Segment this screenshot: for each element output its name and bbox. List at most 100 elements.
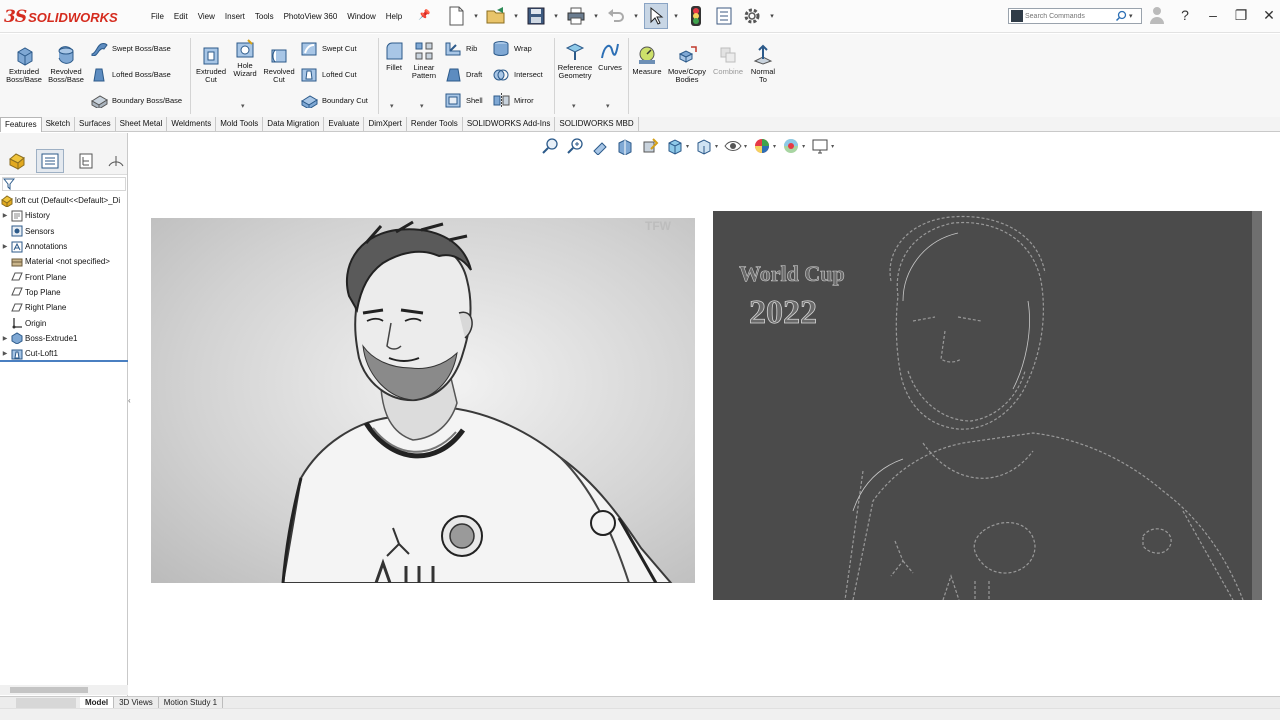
lofted-cut-button[interactable]: Lofted Cut [300,66,357,82]
open-button[interactable] [484,3,508,29]
menu-help[interactable]: Help [381,10,407,23]
tree-root-part[interactable]: loft cut (Default<<Default>_Di [0,193,127,208]
pin-menu-icon[interactable]: 📌 [418,10,430,21]
expand-arrow-icon[interactable]: ▶ [0,335,10,342]
shell-button[interactable]: Shell [444,92,483,108]
select-button[interactable] [644,3,668,29]
mirror-button[interactable]: Mirror [492,92,534,108]
zoom-to-fit-button[interactable] [540,136,560,156]
expand-arrow-icon[interactable]: ▶ [0,243,10,250]
options-dropdown-arrow-icon[interactable]: ▾ [768,12,776,20]
combine-button[interactable]: Combine [710,44,746,76]
menu-photoview[interactable]: PhotoView 360 [279,10,343,23]
scrollbar-thumb[interactable] [10,687,88,693]
solidworks-logo[interactable]: 3S SOLIDWORKS [4,7,118,27]
draft-button[interactable]: Draft [444,66,482,82]
display-style-dropdown-icon[interactable]: ▾ [715,143,718,150]
revolved-boss-button[interactable]: Revolved Boss/Base [46,44,86,84]
boundary-boss-button[interactable]: Boundary Boss/Base [90,92,182,108]
user-account-icon[interactable] [1148,4,1166,26]
menu-file[interactable]: File [146,10,169,23]
tree-item-boss-extrude1[interactable]: ▶ Boss-Extrude1 [0,331,127,346]
menu-window[interactable]: Window [342,10,380,23]
tab-configuration-manager[interactable] [72,149,100,173]
hole-wizard-dropdown-icon[interactable]: ▾ [241,102,245,110]
menu-tools[interactable]: Tools [250,10,279,23]
search-commands-box[interactable]: ▾ [1008,8,1142,24]
tree-item-cut-loft1[interactable]: ▶ Cut-Loft1 [0,346,127,361]
search-scope-icon[interactable] [1011,10,1023,22]
tab-data-migration[interactable]: Data Migration [263,117,325,132]
restore-icon[interactable]: ❐ [1232,4,1250,26]
print-button[interactable] [564,3,588,29]
tab-model[interactable]: Model [80,697,115,708]
edit-appearance-button[interactable] [752,136,772,156]
tab-surfaces[interactable]: Surfaces [75,117,116,132]
tree-item-sensors[interactable]: Sensors [0,224,127,239]
previous-view-button[interactable] [590,136,610,156]
minimize-icon[interactable]: – [1204,4,1222,26]
hide-show-items-button[interactable] [723,136,743,156]
tab-sketch[interactable]: Sketch [42,117,76,132]
tab-dimxpert[interactable]: DimXpert [364,117,407,132]
tab-feature-tree[interactable] [4,149,32,173]
featuremanager-scrollbar[interactable] [0,685,128,695]
view-orientation-button[interactable] [665,136,685,156]
rollback-bar[interactable] [0,360,128,362]
tab-mbd[interactable]: SOLIDWORKS MBD [555,117,639,132]
display-style-button[interactable] [694,136,714,156]
dynamic-annotation-button[interactable] [640,136,660,156]
tab-property-manager[interactable] [36,149,64,173]
rib-button[interactable]: Rib [444,40,477,56]
new-document-button[interactable] [444,3,468,29]
appearance-dropdown-icon[interactable]: ▾ [773,143,776,150]
rebuild-button[interactable] [684,3,708,29]
section-view-button[interactable] [615,136,635,156]
print-dropdown-arrow-icon[interactable]: ▾ [592,12,600,20]
measure-button[interactable]: Measure [630,44,664,76]
curves-button[interactable]: Curves [596,40,624,72]
tree-item-history[interactable]: ▶ History [0,208,127,223]
move-copy-bodies-button[interactable]: Move/Copy Bodies [666,44,708,84]
search-dropdown-arrow-icon[interactable]: ▾ [1129,12,1133,20]
tree-filter-box[interactable] [2,177,126,191]
curves-dropdown-icon[interactable]: ▾ [606,102,610,110]
file-properties-button[interactable] [712,3,736,29]
tree-item-front-plane[interactable]: Front Plane [0,269,127,284]
reference-geometry-button[interactable]: Reference Geometry [556,40,594,80]
reference-geometry-dropdown-icon[interactable]: ▾ [572,102,576,110]
tab-sheet-metal[interactable]: Sheet Metal [116,117,168,132]
filter-icon[interactable] [3,178,15,190]
tab-mold-tools[interactable]: Mold Tools [216,117,264,132]
reference-sketch-image[interactable]: TFW [151,218,695,583]
linear-pattern-button[interactable]: Linear Pattern [408,40,440,80]
search-icon[interactable] [1115,10,1129,22]
intersect-button[interactable]: Intersect [492,66,543,82]
tab-weldments[interactable]: Weldments [167,117,217,132]
fillet-dropdown-icon[interactable]: ▾ [390,102,394,110]
normal-to-button[interactable]: Normal To [746,44,780,84]
search-input[interactable] [1025,12,1115,20]
view-settings-button[interactable] [810,136,830,156]
view-orientation-dropdown-icon[interactable]: ▾ [686,143,689,150]
extruded-boss-button[interactable]: Extruded Boss/Base [6,44,42,84]
help-icon[interactable]: ? [1176,4,1194,26]
boundary-cut-button[interactable]: Boundary Cut [300,92,368,108]
tree-item-right-plane[interactable]: Right Plane [0,300,127,315]
fillet-button[interactable]: Fillet [382,40,406,72]
tree-item-annotations[interactable]: ▶ Annotations [0,239,127,254]
undo-button[interactable] [604,3,628,29]
expand-arrow-icon[interactable]: ▶ [0,350,10,357]
tab-render-tools[interactable]: Render Tools [407,117,463,132]
extruded-cut-button[interactable]: Extruded Cut [194,44,228,84]
select-dropdown-arrow-icon[interactable]: ▾ [672,12,680,20]
tab-3d-views[interactable]: 3D Views [114,697,159,708]
hole-wizard-button[interactable]: Hole Wizard [230,38,260,78]
panel-collapse-handle[interactable]: ‹ [128,396,134,416]
tab-navigation-arrows[interactable] [16,697,76,708]
tab-motion-study[interactable]: Motion Study 1 [159,697,224,708]
tree-item-top-plane[interactable]: Top Plane [0,285,127,300]
swept-boss-button[interactable]: Swept Boss/Base [90,40,171,56]
tab-dimxpert-manager[interactable] [104,149,128,173]
options-button[interactable] [740,3,764,29]
